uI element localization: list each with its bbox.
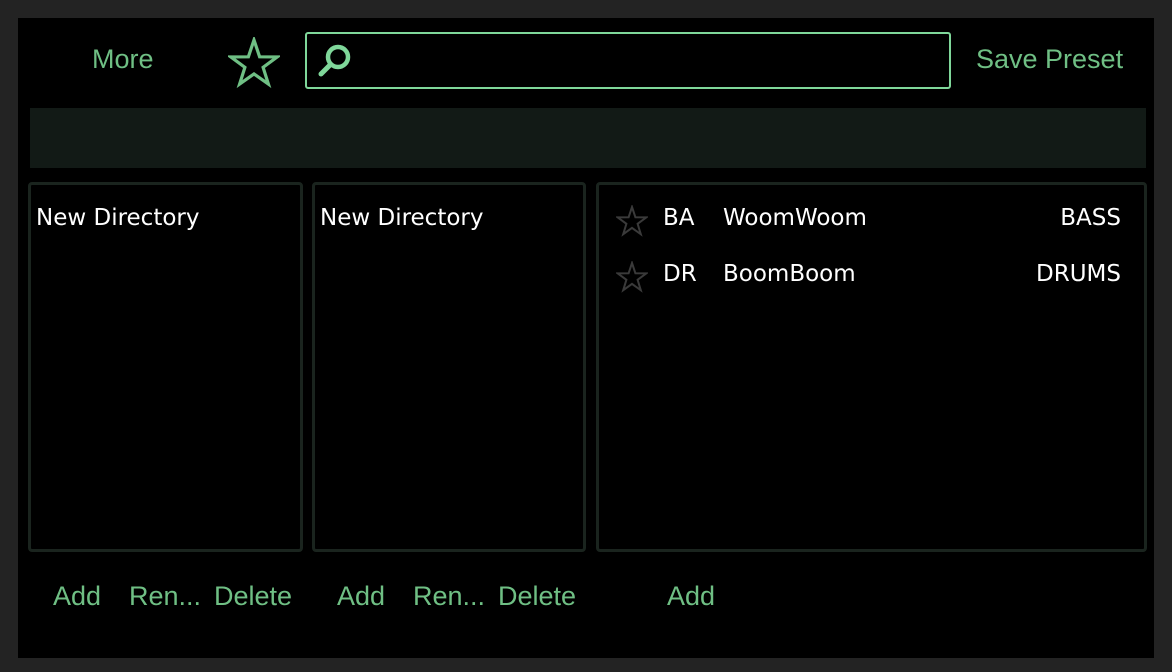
preset-category: DRUMS [1036,261,1121,287]
preset-name: BoomBoom [723,261,856,287]
tag-bar [30,108,1146,168]
rename-directory-button[interactable]: Ren... [413,581,485,611]
search-box[interactable] [305,32,951,89]
preset-name: WoomWoom [723,205,867,231]
star-outline-icon[interactable] [228,37,280,89]
delete-directory-button[interactable]: Delete [214,581,292,611]
search-icon [318,44,351,77]
save-preset-button[interactable]: Save Preset [976,44,1123,74]
delete-directory-button[interactable]: Delete [498,581,576,611]
preset-browser: More Save Preset New Directory New Direc… [18,18,1154,658]
more-button[interactable]: More [92,44,154,74]
add-preset-button[interactable]: Add [667,581,715,611]
preset-category: BASS [1060,205,1121,231]
rename-directory-button[interactable]: Ren... [129,581,201,611]
directory-item[interactable]: New Directory [36,203,199,233]
preset-type-abbr: DR [663,261,697,287]
preset-row[interactable]: DR BoomBoom DRUMS [599,256,1144,296]
add-directory-button[interactable]: Add [53,581,101,611]
favorite-star-icon[interactable] [616,261,648,293]
add-directory-button[interactable]: Add [337,581,385,611]
preset-type-abbr: BA [663,205,695,231]
directory-panel-2: New Directory [312,182,586,552]
favorite-star-icon[interactable] [616,205,648,237]
directory-item[interactable]: New Directory [320,203,483,233]
search-input[interactable] [361,42,935,80]
directory-panel-1: New Directory [28,182,303,552]
preset-row[interactable]: BA WoomWoom BASS [599,200,1144,240]
preset-list-panel: BA WoomWoom BASS DR BoomBoom DRUMS [596,182,1147,552]
